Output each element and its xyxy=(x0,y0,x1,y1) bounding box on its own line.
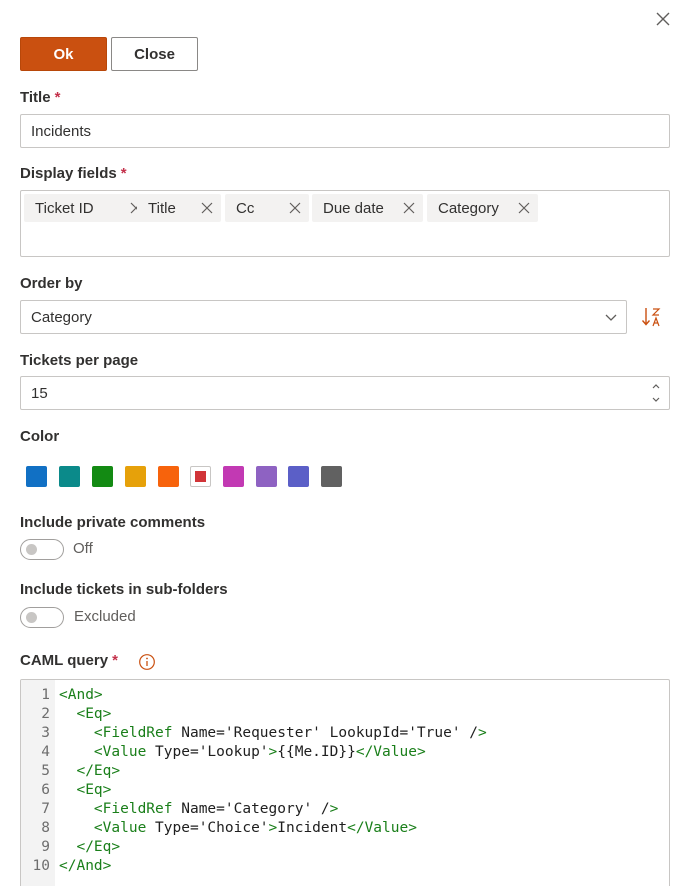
tickets-per-page-stepper[interactable]: 15 xyxy=(20,376,670,410)
close-button[interactable]: Close xyxy=(111,37,198,71)
line-number: 9 xyxy=(41,839,50,855)
caml-query-label-text: CAML query xyxy=(20,652,109,669)
code-text: </And> xyxy=(59,858,112,874)
display-fields-label: Display fields * xyxy=(20,165,127,182)
field-chip-label: Due date xyxy=(323,199,384,217)
field-chip: Cc xyxy=(225,194,309,222)
line-number: 5 xyxy=(41,763,50,779)
private-comments-toggle[interactable] xyxy=(20,539,64,560)
info-icon[interactable] xyxy=(138,653,156,671)
code-line: 2 <Eq> xyxy=(21,705,111,724)
field-chip: Due date xyxy=(312,194,423,222)
code-line: 7 <FieldRef Name='Category' /> xyxy=(21,800,338,819)
field-chip-label: Title xyxy=(148,199,176,217)
code-line: 1 <And> xyxy=(21,686,102,705)
sub-folders-label: Include tickets in sub-folders xyxy=(20,581,228,598)
toggle-knob xyxy=(26,612,37,623)
order-by-value: Category xyxy=(31,308,92,326)
code-text: <FieldRef Name='Requester' LookupId='Tru… xyxy=(93,725,487,741)
code-line: 9 </Eq> xyxy=(21,838,120,857)
display-fields-picker[interactable]: Ticket ID Title Cc Due date Category xyxy=(20,190,670,257)
remove-chip-icon[interactable] xyxy=(199,200,215,216)
toggle-knob xyxy=(26,544,37,555)
color-swatch[interactable] xyxy=(92,466,113,487)
field-chip: Ticket ID xyxy=(24,194,150,222)
code-text: <And> xyxy=(59,687,103,703)
title-label: Title * xyxy=(20,89,60,106)
line-number: 3 xyxy=(41,725,50,741)
code-line: 5 </Eq> xyxy=(21,762,120,781)
remove-chip-icon[interactable] xyxy=(287,200,303,216)
code-text: <Value Type='Lookup'>{{Me.ID}}</Value> xyxy=(93,744,426,760)
field-chip: Category xyxy=(427,194,538,222)
code-text: <Eq> xyxy=(76,782,112,798)
code-text: </Eq> xyxy=(76,763,121,779)
private-comments-state: Off xyxy=(73,540,93,557)
line-number: 8 xyxy=(41,820,50,836)
code-line: 10 </And> xyxy=(21,857,112,876)
chevron-down-icon xyxy=(605,314,617,321)
line-number: 4 xyxy=(41,744,50,760)
color-swatch[interactable] xyxy=(190,466,211,487)
color-swatch[interactable] xyxy=(288,466,309,487)
code-line: 6 <Eq> xyxy=(21,781,111,800)
color-swatch[interactable] xyxy=(158,466,179,487)
decrement-icon[interactable] xyxy=(649,394,663,406)
color-swatch[interactable] xyxy=(26,466,47,487)
tickets-per-page-label: Tickets per page xyxy=(20,352,139,369)
color-label: Color xyxy=(20,428,60,445)
field-chip-label: Cc xyxy=(236,199,255,217)
increment-icon[interactable] xyxy=(649,380,663,392)
code-line: 3 <FieldRef Name='Requester' LookupId='T… xyxy=(21,724,487,743)
code-line: 8 <Value Type='Choice'>Incident</Value> xyxy=(21,819,417,838)
caml-query-label: CAML query * xyxy=(20,652,118,669)
code-text: <Value Type='Choice'>Incident</Value> xyxy=(93,820,417,836)
ok-button[interactable]: Ok xyxy=(20,37,107,71)
line-number: 10 xyxy=(32,858,50,874)
color-swatch[interactable] xyxy=(125,466,146,487)
remove-chip-icon[interactable] xyxy=(516,200,532,216)
caml-query-editor[interactable]: 1 <And> 2 <Eq> 3 <FieldRef Name='Requester'… xyxy=(20,679,670,886)
tickets-per-page-value: 15 xyxy=(31,384,48,402)
required-mark: * xyxy=(120,165,127,182)
field-chip-label: Ticket ID xyxy=(35,199,94,217)
field-chip: Title xyxy=(137,194,221,222)
sub-folders-toggle[interactable] xyxy=(20,607,64,628)
field-chip-label: Category xyxy=(438,199,499,217)
required-mark: * xyxy=(112,652,118,669)
code-text: <FieldRef Name='Category' /> xyxy=(93,801,339,817)
color-swatch[interactable] xyxy=(321,466,342,487)
sort-direction-icon[interactable] xyxy=(641,305,663,329)
order-by-label: Order by xyxy=(20,275,83,292)
title-input[interactable]: Incidents xyxy=(20,114,670,148)
remove-chip-icon[interactable] xyxy=(401,200,417,216)
dismiss-panel-icon[interactable] xyxy=(652,8,674,30)
line-number: 7 xyxy=(41,801,50,817)
title-label-text: Title xyxy=(20,89,51,106)
display-fields-label-text: Display fields xyxy=(20,165,117,182)
code-line: 4 <Value Type='Lookup'>{{Me.ID}}</Value> xyxy=(21,743,425,762)
order-by-dropdown[interactable]: Category xyxy=(20,300,627,334)
code-text: </Eq> xyxy=(76,839,121,855)
selected-color-indicator xyxy=(195,471,206,482)
color-swatch[interactable] xyxy=(256,466,277,487)
color-swatch[interactable] xyxy=(59,466,80,487)
private-comments-label: Include private comments xyxy=(20,514,206,531)
color-swatch[interactable] xyxy=(223,466,244,487)
required-mark: * xyxy=(54,89,61,106)
sub-folders-state: Excluded xyxy=(74,608,136,625)
line-number: 6 xyxy=(41,782,50,798)
line-number: 1 xyxy=(41,687,50,703)
code-text: <Eq> xyxy=(76,706,112,722)
line-number: 2 xyxy=(41,706,50,722)
